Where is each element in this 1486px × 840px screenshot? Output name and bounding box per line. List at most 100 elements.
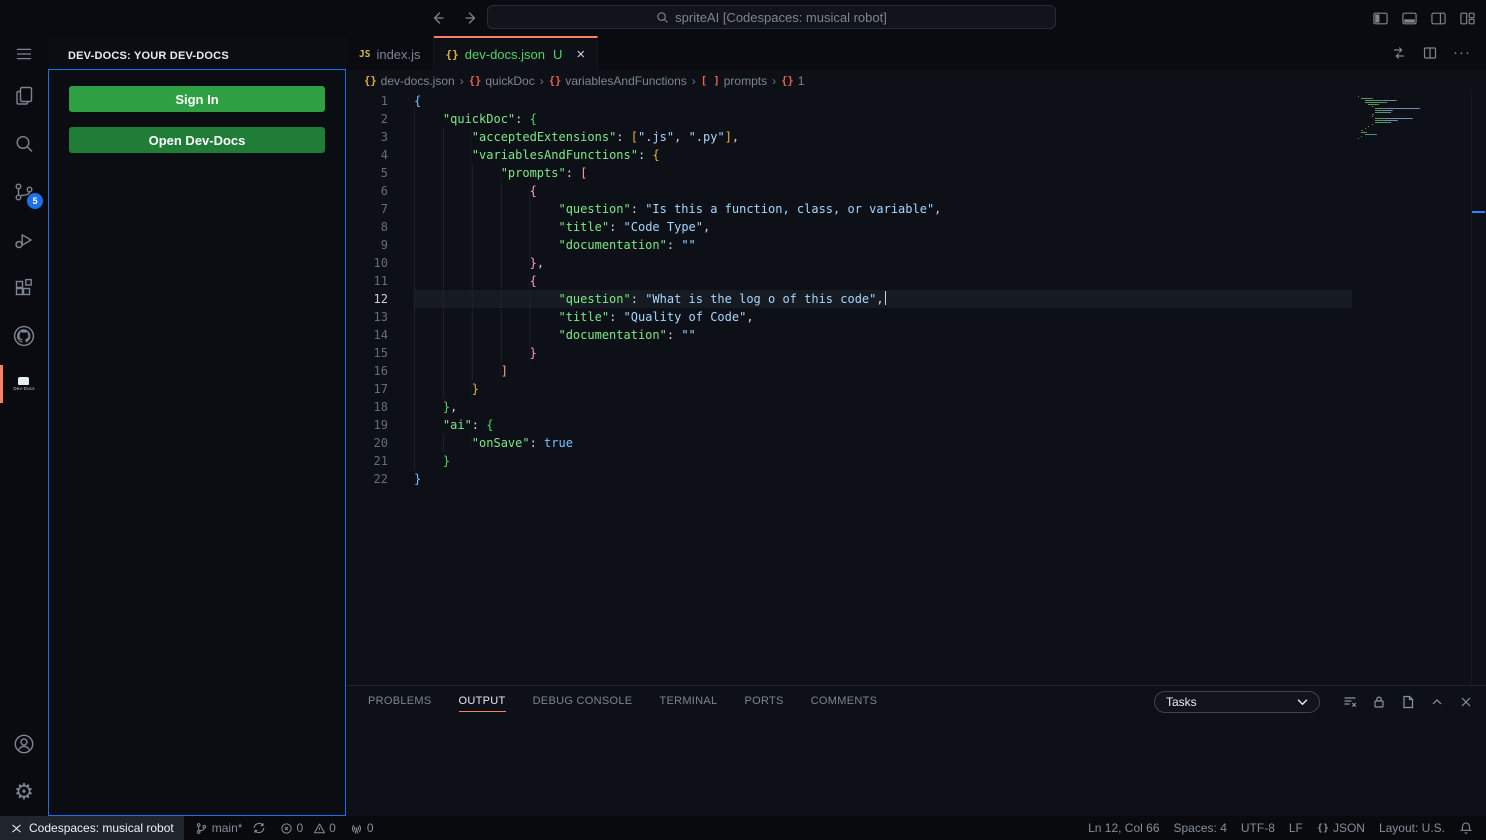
code-line[interactable]: 1{ (347, 92, 1352, 110)
minimap[interactable] (1358, 96, 1470, 140)
line-content[interactable]: { (414, 182, 1352, 200)
open-output-in-editor-icon[interactable] (1400, 694, 1416, 710)
code-line[interactable]: 21} (347, 452, 1352, 470)
code-line[interactable]: 18}, (347, 398, 1352, 416)
cursor-position[interactable]: Ln 12, Col 66 (1081, 816, 1166, 840)
tab-index-js[interactable]: JS index.js (347, 36, 434, 70)
accounts-icon[interactable] (0, 720, 48, 768)
panel-tab-output[interactable]: OUTPUT (459, 686, 506, 717)
code-line[interactable]: 17} (347, 380, 1352, 398)
code-line[interactable]: 15} (347, 344, 1352, 362)
devdocs-extension-icon[interactable]: Dev-Docs (0, 360, 48, 408)
line-content[interactable]: "question": "Is this a function, class, … (414, 200, 1352, 218)
code-line[interactable]: 14"documentation": "" (347, 326, 1352, 344)
close-tab-icon[interactable]: × (576, 47, 585, 62)
line-content[interactable]: "prompts": [ (414, 164, 1352, 182)
code-line[interactable]: 20"onSave": true (347, 434, 1352, 452)
line-content[interactable]: }, (414, 398, 1352, 416)
line-content[interactable]: "documentation": "" (414, 236, 1352, 254)
code-editor[interactable]: 1{2"quickDoc": {3"acceptedExtensions": [… (347, 92, 1486, 685)
overview-ruler[interactable] (1471, 92, 1486, 685)
panel-tab-terminal[interactable]: TERMINAL (659, 686, 717, 717)
line-content[interactable]: "quickDoc": { (414, 110, 1352, 128)
forward-arrow-icon[interactable] (463, 9, 481, 27)
code-line[interactable]: 19"ai": { (347, 416, 1352, 434)
back-arrow-icon[interactable] (428, 9, 446, 27)
more-actions-icon[interactable]: ··· (1453, 48, 1471, 58)
search-icon[interactable] (0, 120, 48, 168)
line-content[interactable]: { (414, 92, 1352, 110)
line-content[interactable]: "question": "What is the log o of this c… (414, 290, 1352, 308)
line-content[interactable]: { (414, 272, 1352, 290)
close-panel-icon[interactable] (1458, 694, 1474, 710)
code-line[interactable]: 3"acceptedExtensions": [".js", ".py"], (347, 128, 1352, 146)
code-line[interactable]: 8"title": "Code Type", (347, 218, 1352, 236)
open-devdocs-button[interactable]: Open Dev-Docs (69, 127, 325, 153)
problems-indicator[interactable]: 0 0 (273, 816, 342, 840)
line-content[interactable]: } (414, 470, 1352, 488)
split-editor-icon[interactable] (1422, 45, 1438, 61)
run-debug-icon[interactable] (0, 216, 48, 264)
extensions-icon[interactable] (0, 264, 48, 312)
github-icon[interactable] (0, 312, 48, 360)
code-line[interactable]: 16] (347, 362, 1352, 380)
toggle-sidebar-icon[interactable] (1371, 9, 1389, 27)
customize-layout-icon[interactable] (1458, 9, 1476, 27)
code-line[interactable]: 4"variablesAndFunctions": { (347, 146, 1352, 164)
sign-in-button[interactable]: Sign In (69, 86, 325, 112)
branch-indicator[interactable]: main* (188, 816, 274, 840)
open-changes-icon[interactable] (1391, 45, 1407, 61)
command-center-search[interactable]: spriteAI [Codespaces: musical robot] (487, 5, 1056, 29)
eol-sequence[interactable]: LF (1282, 816, 1310, 840)
breadcrumb-file[interactable]: {}dev-docs.json (364, 74, 455, 88)
clear-output-icon[interactable] (1342, 694, 1358, 710)
code-line[interactable]: 12"question": "What is the log o of this… (347, 290, 1352, 308)
code-line[interactable]: 7"question": "Is this a function, class,… (347, 200, 1352, 218)
line-content[interactable]: "ai": { (414, 416, 1352, 434)
encoding[interactable]: UTF-8 (1234, 816, 1282, 840)
line-content[interactable]: "onSave": true (414, 434, 1352, 452)
code-lines[interactable]: 1{2"quickDoc": {3"acceptedExtensions": [… (347, 92, 1352, 488)
breadcrumb-symbol[interactable]: {}1 (781, 74, 804, 88)
lock-icon[interactable] (1371, 694, 1387, 710)
toggle-panel-icon[interactable] (1400, 9, 1418, 27)
code-line[interactable]: 6{ (347, 182, 1352, 200)
ports-indicator[interactable]: 0 (343, 816, 381, 840)
code-line[interactable]: 2"quickDoc": { (347, 110, 1352, 128)
toggle-secondary-sidebar-icon[interactable] (1429, 9, 1447, 27)
line-content[interactable]: } (414, 344, 1352, 362)
line-content[interactable]: "variablesAndFunctions": { (414, 146, 1352, 164)
line-content[interactable]: "title": "Quality of Code", (414, 308, 1352, 326)
line-content[interactable]: } (414, 452, 1352, 470)
breadcrumb-symbol[interactable]: {}quickDoc (469, 74, 535, 88)
source-control-icon[interactable]: 5 (0, 168, 48, 216)
line-content[interactable]: ] (414, 362, 1352, 380)
tab-dev-docs-json[interactable]: {} dev-docs.json U × (434, 36, 599, 70)
line-content[interactable]: } (414, 380, 1352, 398)
code-line[interactable]: 5"prompts": [ (347, 164, 1352, 182)
keyboard-layout[interactable]: Layout: U.S. (1372, 816, 1452, 840)
breadcrumb-symbol[interactable]: [ ]prompts (701, 74, 767, 88)
menu-icon[interactable] (0, 36, 48, 72)
code-line[interactable]: 10}, (347, 254, 1352, 272)
panel-tab-problems[interactable]: PROBLEMS (368, 686, 432, 717)
explorer-icon[interactable] (0, 72, 48, 120)
line-content[interactable]: "documentation": "" (414, 326, 1352, 344)
output-channel-select[interactable]: Tasks (1154, 691, 1320, 713)
notifications-bell-icon[interactable] (1452, 816, 1480, 840)
settings-gear-icon[interactable]: ⚙ (0, 768, 48, 816)
panel-tab-ports[interactable]: PORTS (744, 686, 783, 717)
code-line[interactable]: 22} (347, 470, 1352, 488)
breadcrumb-symbol[interactable]: {}variablesAndFunctions (549, 74, 687, 88)
code-line[interactable]: 9"documentation": "" (347, 236, 1352, 254)
code-line[interactable]: 13"title": "Quality of Code", (347, 308, 1352, 326)
line-content[interactable]: "title": "Code Type", (414, 218, 1352, 236)
indentation[interactable]: Spaces: 4 (1167, 816, 1234, 840)
language-mode[interactable]: {} JSON (1310, 816, 1372, 840)
line-content[interactable]: }, (414, 254, 1352, 272)
maximize-panel-icon[interactable] (1429, 694, 1445, 710)
panel-tab-debug-console[interactable]: DEBUG CONSOLE (533, 686, 633, 717)
code-line[interactable]: 11{ (347, 272, 1352, 290)
line-content[interactable]: "acceptedExtensions": [".js", ".py"], (414, 128, 1352, 146)
panel-tab-comments[interactable]: COMMENTS (811, 686, 878, 717)
